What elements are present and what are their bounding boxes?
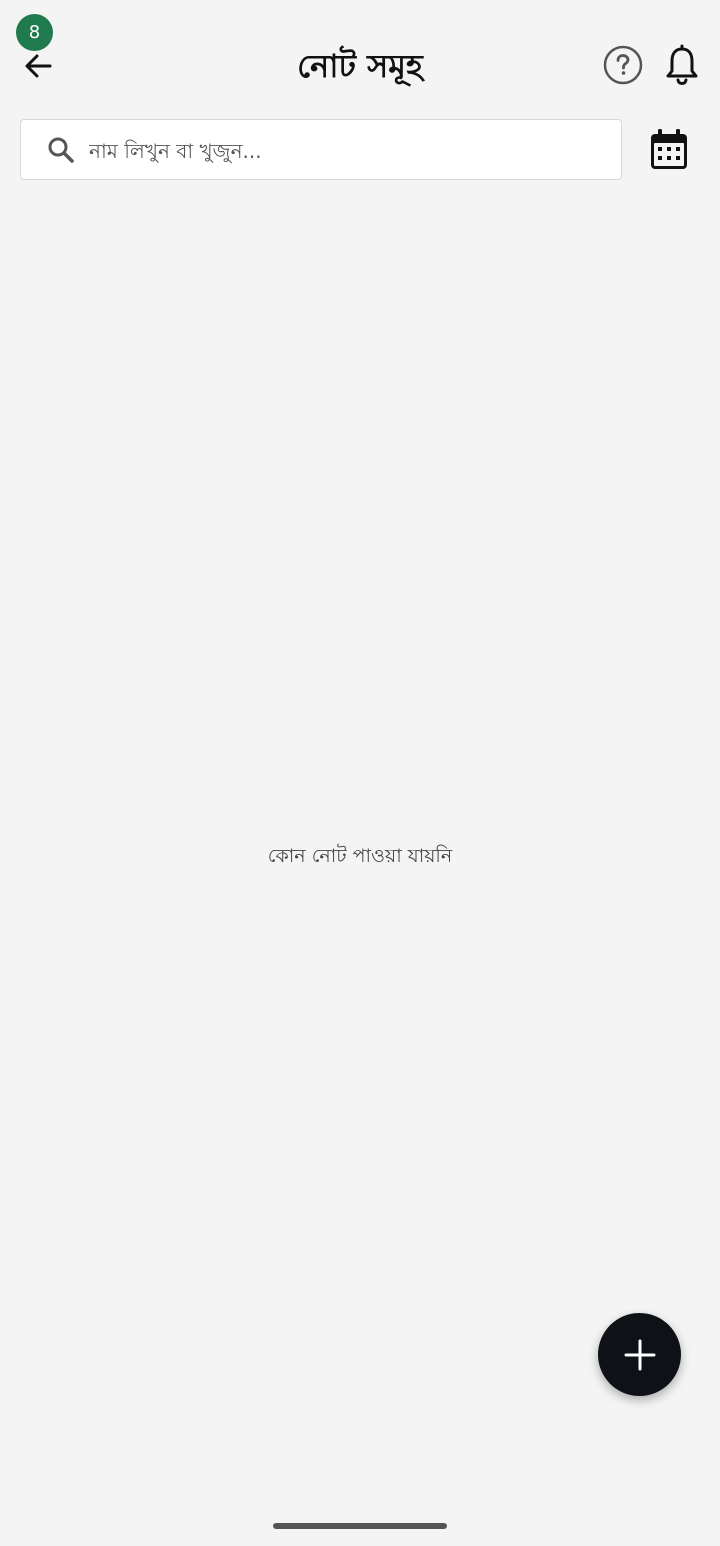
home-indicator[interactable]	[273, 1523, 447, 1529]
bell-icon	[666, 44, 698, 86]
add-note-button[interactable]	[598, 1313, 681, 1396]
calendar-button[interactable]	[648, 128, 690, 172]
plus-icon	[624, 1339, 655, 1370]
search-box	[20, 119, 622, 180]
help-circle-icon	[603, 45, 643, 85]
notifications-button[interactable]	[662, 44, 702, 86]
search-input[interactable]	[87, 128, 601, 174]
calendar-icon	[651, 129, 687, 169]
search-icon	[48, 137, 74, 163]
help-button[interactable]	[603, 45, 643, 85]
empty-state-message: কোন নোট পাওয়া যায়নি	[267, 845, 453, 867]
